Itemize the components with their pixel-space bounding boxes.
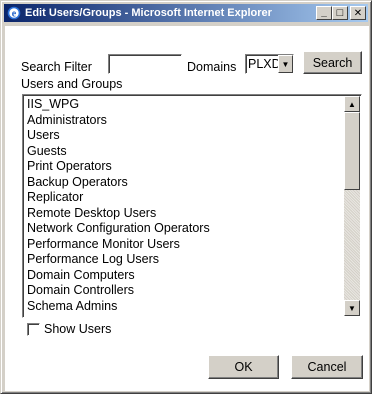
- list-item[interactable]: Performance Log Users: [25, 252, 343, 268]
- list-scrollbar[interactable]: ▲ ▼: [344, 96, 360, 316]
- list-item[interactable]: Print Operators: [25, 159, 343, 175]
- minimize-button[interactable]: _: [316, 6, 332, 20]
- list-item[interactable]: IIS_WPG: [25, 97, 343, 113]
- maximize-button[interactable]: □: [332, 6, 348, 20]
- list-items: IIS_WPG Administrators Users Guests Print Op…: [25, 97, 343, 314]
- cancel-button[interactable]: Cancel: [291, 355, 363, 379]
- dialog-window: e Edit Users/Groups - Microsoft Internet…: [0, 0, 372, 394]
- list-item[interactable]: Domain Computers: [25, 268, 343, 284]
- arrow-up-icon[interactable]: ▲: [344, 96, 360, 112]
- chevron-down-icon[interactable]: ▼: [278, 55, 293, 73]
- show-users-checkbox[interactable]: [27, 323, 40, 336]
- list-item[interactable]: Performance Monitor Users: [25, 237, 343, 253]
- close-button[interactable]: ✕: [350, 6, 366, 20]
- list-item[interactable]: Replicator: [25, 190, 343, 206]
- list-item[interactable]: Domain Controllers: [25, 283, 343, 299]
- maximize-icon: □: [336, 7, 344, 19]
- list-item[interactable]: Administrators: [25, 113, 343, 129]
- title-bar[interactable]: e Edit Users/Groups - Microsoft Internet…: [4, 4, 368, 22]
- search-button[interactable]: Search: [303, 51, 362, 74]
- domains-label: Domains: [187, 60, 237, 74]
- list-item[interactable]: Guests: [25, 144, 343, 160]
- list-item[interactable]: Network Configuration Operators: [25, 221, 343, 237]
- users-groups-listbox[interactable]: IIS_WPG Administrators Users Guests Print Op…: [22, 94, 362, 318]
- svg-text:e: e: [12, 9, 17, 20]
- ie-icon: e: [7, 6, 21, 20]
- arrow-down-icon[interactable]: ▼: [344, 300, 360, 316]
- search-filter-label: Search Filter: [21, 60, 92, 74]
- ok-button[interactable]: OK: [208, 355, 279, 379]
- close-icon: ✕: [353, 7, 363, 19]
- scroll-thumb[interactable]: [344, 112, 360, 190]
- users-and-groups-label: Users and Groups: [21, 77, 123, 91]
- list-item[interactable]: Remote Desktop Users: [25, 206, 343, 222]
- list-item[interactable]: Schema Admins: [25, 299, 343, 315]
- domains-selected-value: PLXD: [248, 57, 278, 71]
- list-item[interactable]: Users: [25, 128, 343, 144]
- minimize-icon: _: [321, 7, 327, 18]
- dialog-content: Search Filter Domains PLXD ▼ Search User…: [5, 26, 369, 391]
- domains-select[interactable]: PLXD ▼: [245, 54, 294, 74]
- show-users-label[interactable]: Show Users: [44, 322, 111, 336]
- list-item[interactable]: Backup Operators: [25, 175, 343, 191]
- search-filter-input[interactable]: [108, 54, 182, 74]
- window-title: Edit Users/Groups - Microsoft Internet E…: [25, 7, 272, 19]
